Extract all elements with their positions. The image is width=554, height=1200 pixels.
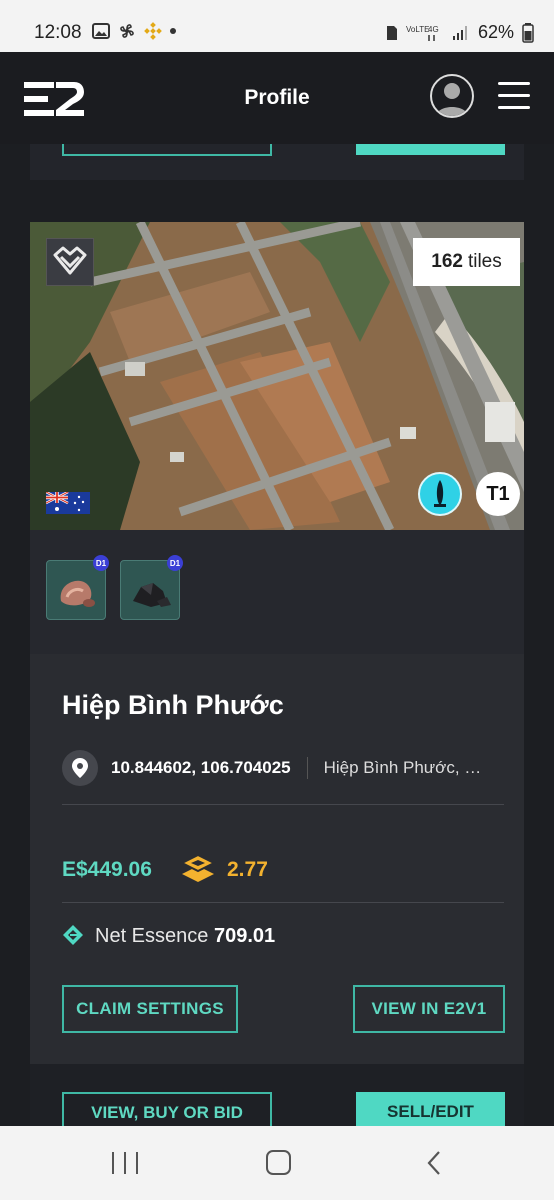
app-header: Profile [0, 52, 554, 144]
status-bar: 12:08 VoLTE 4G 62% [0, 0, 554, 52]
tiles-count: 162 [431, 251, 463, 272]
sim-icon [386, 25, 397, 40]
previous-property-card [30, 144, 524, 180]
next-property-card: VIEW, BUY OR BID SELL/EDIT [30, 1064, 524, 1126]
battery-percent: 62% [477, 22, 514, 42]
system-nav-bar [0, 1126, 554, 1200]
sell-edit-button[interactable]: SELL/EDIT [356, 1092, 505, 1126]
landmark-icon[interactable] [418, 472, 462, 516]
divider [62, 804, 504, 805]
divider [62, 902, 504, 903]
divider [306, 757, 308, 779]
fan-icon [120, 24, 134, 38]
resources-row: D1 D1 [30, 530, 524, 654]
property-info: Hiệp Bình Phước 10.844602, 106.704025 Hi… [30, 654, 524, 1064]
previous-fill-button[interactable] [356, 144, 505, 155]
resource-tag: D1 [93, 555, 109, 571]
location-pin-icon [62, 750, 98, 786]
avatar[interactable] [430, 74, 474, 118]
net-essence: Net Essence 709.01 [95, 925, 275, 948]
home-icon[interactable] [266, 1150, 291, 1175]
australia-flag-icon [46, 492, 90, 514]
location-name: Hiệp Bình Phước, Qu... [323, 758, 494, 777]
tier-t1-badge: T1 [476, 472, 520, 516]
tiles-count-badge: 162 tiles [413, 238, 520, 286]
tiles-unit: tiles [467, 251, 502, 272]
user-icon [436, 83, 468, 116]
svg-text:4G: 4G [428, 25, 439, 34]
essence-icon [63, 925, 83, 945]
recent-apps-icon[interactable] [112, 1152, 138, 1174]
back-icon[interactable] [426, 1150, 442, 1176]
signal-icon [452, 25, 467, 40]
resource-item-rock[interactable]: D1 [46, 555, 109, 620]
property-card: 162 tiles T1 D1 D1 Hiệp Bình Phước 10.84… [30, 222, 524, 1064]
resource-item-coal[interactable]: D1 [120, 555, 183, 620]
claim-settings-button[interactable]: CLAIM SETTINGS [62, 985, 238, 1033]
property-price: E$449.06 [62, 858, 152, 881]
tier-badge [46, 238, 94, 286]
binance-icon [144, 22, 162, 40]
battery-icon [522, 22, 534, 43]
gallery-icon [92, 23, 110, 39]
view-in-e2v1-button[interactable]: VIEW IN E2V1 [353, 985, 505, 1033]
status-system-icons: VoLTE 4G 62% [386, 22, 534, 43]
view-buy-bid-button[interactable]: VIEW, BUY OR BID [62, 1092, 272, 1126]
net-essence-value: 709.01 [213, 925, 276, 947]
status-notification-icons [92, 22, 176, 40]
hamburger-menu-icon[interactable] [498, 82, 530, 110]
property-yield: 2.77 [227, 858, 268, 881]
signal-labels-icon: VoLTE4G [406, 25, 439, 41]
satellite-map-image[interactable]: 162 tiles T1 [30, 222, 524, 530]
layers-icon [180, 853, 216, 882]
location-row: 10.844602, 106.704025 Hiệp Bình Phước, Q… [62, 750, 504, 786]
property-name: Hiệp Bình Phước [62, 690, 284, 720]
previous-outline-button[interactable] [62, 144, 272, 156]
net-essence-label: Net Essence [95, 925, 209, 947]
svg-text:VoLTE: VoLTE [406, 25, 429, 34]
coordinates[interactable]: 10.844602, 106.704025 [111, 758, 291, 778]
heart-shield-icon [53, 246, 87, 275]
resource-tag: D1 [167, 555, 183, 571]
more-notifications-dot [170, 28, 176, 34]
status-time: 12:08 [34, 22, 82, 43]
